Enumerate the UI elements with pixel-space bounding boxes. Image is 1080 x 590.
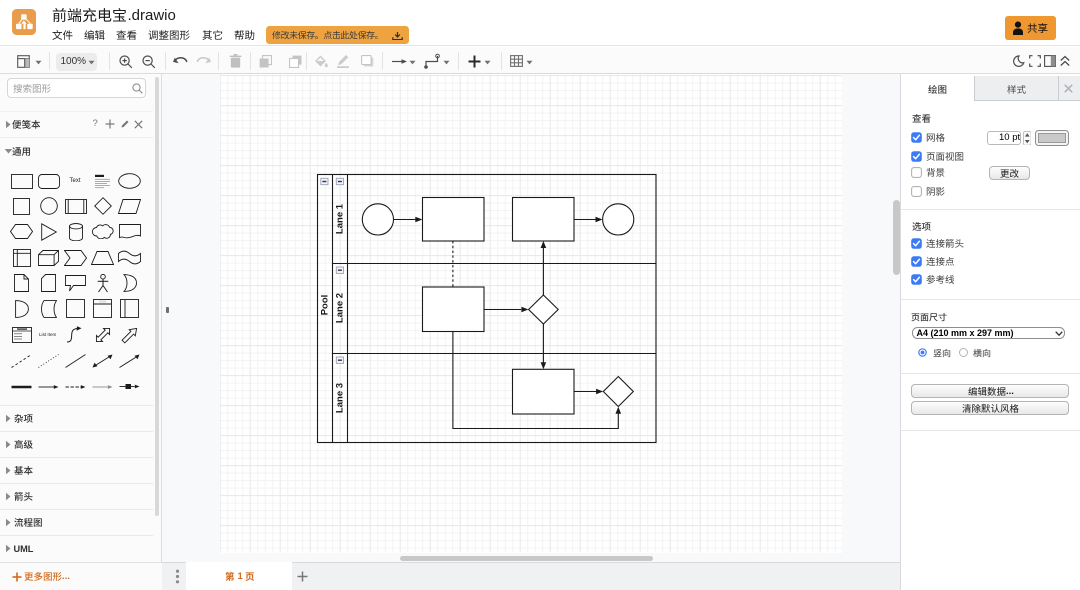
svg-text:Pool: Pool bbox=[319, 295, 330, 316]
svg-text:Lane 3: Lane 3 bbox=[335, 383, 346, 413]
svg-text:Lane 2: Lane 2 bbox=[335, 293, 346, 323]
svg-text:Lane 1: Lane 1 bbox=[335, 203, 346, 234]
